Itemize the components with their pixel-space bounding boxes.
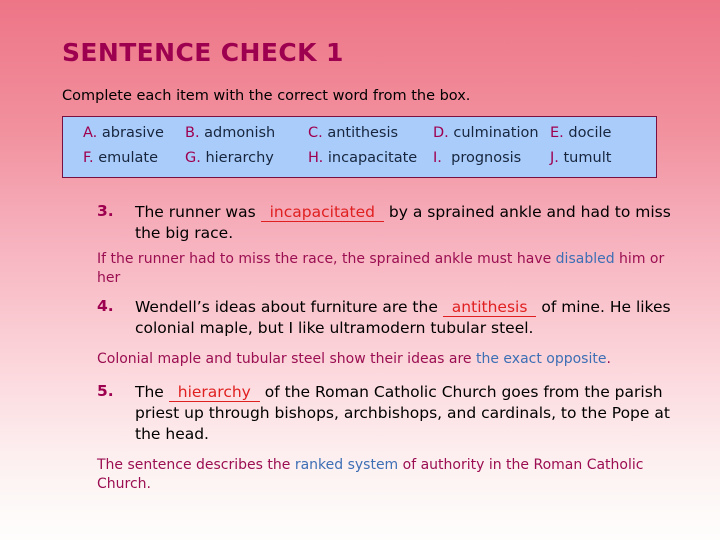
word-bank-item-b: B. admonish [185,121,275,146]
word-bank-word: emulate [98,150,158,166]
word-bank-word: admonish [204,125,276,141]
explanation-5: The sentence describes the ranked system… [97,456,687,494]
word-bank-item-e: E. docile [550,121,611,146]
word-bank-word: prognosis [451,150,522,166]
word-bank-item-g: G. hierarchy [185,146,274,171]
word-bank-word: culmination [453,125,539,141]
word-bank-item-f: F. emulate [83,146,158,171]
word-bank-word: antithesis [327,125,399,141]
explanation-post: . [606,351,611,367]
instruction-text: Complete each item with the correct word… [62,88,471,104]
explanation-highlight: disabled [555,251,615,267]
sentence-before-blank: The runner was [135,203,261,221]
word-bank-item-c: C. antithesis [308,121,398,146]
page-title: SENTENCE CHECK 1 [62,38,344,67]
word-bank-letter: G. [185,150,201,166]
word-bank-letter: F. [83,150,94,166]
question-item-4: 4. Wendell’s ideas about furniture are t… [97,297,697,339]
word-bank-letter: H. [308,150,324,166]
question-item-3: 3. The runner was incapacitated by a spr… [97,202,697,244]
word-bank-item-a: A. abrasive [83,121,164,146]
explanation-pre: Colonial maple and tubular steel show th… [97,351,476,367]
item-number: 3. [97,202,114,220]
explanation-highlight: the exact opposite [475,351,607,367]
explanation-3: If the runner had to miss the race, the … [97,250,687,288]
explanation-highlight: ranked system [294,457,399,473]
word-bank-item-d: D. culmination [433,121,539,146]
word-bank-letter: B. [185,125,200,141]
item-number: 5. [97,382,114,400]
explanation-4: Colonial maple and tubular steel show th… [97,350,687,369]
word-bank-box: A. abrasive B. admonish C. antithesis D.… [62,116,657,178]
word-bank-item-i: I. prognosis [433,146,521,171]
sentence-before-blank: Wendell’s ideas about furniture are the [135,298,443,316]
word-bank-item-h: H. incapacitate [308,146,417,171]
slide-canvas: SENTENCE CHECK 1 Complete each item with… [0,0,720,540]
question-item-5: 5. The hierarchy of the Roman Catholic C… [97,382,697,445]
word-bank-row-2: F. emulate G. hierarchy H. incapacitate … [63,146,656,171]
word-bank-word: incapacitate [327,150,418,166]
item-number: 4. [97,297,114,315]
word-bank-letter: A. [83,125,98,141]
sentence-before-blank: The [135,383,169,401]
item-sentence: The runner was incapacitated by a sprain… [135,202,697,244]
item-sentence: The hierarchy of the Roman Catholic Chur… [135,382,697,445]
word-bank-letter: I. [433,150,442,166]
answer-blank[interactable]: hierarchy [168,383,260,402]
word-bank-letter: C. [308,125,323,141]
answer-blank[interactable]: antithesis [442,298,537,317]
word-bank-row-1: A. abrasive B. admonish C. antithesis D.… [63,121,656,146]
word-bank-item-j: J. tumult [550,146,611,171]
explanation-pre: If the runner had to miss the race, the … [97,251,556,267]
word-bank-letter: D. [433,125,449,141]
word-bank-letter: E. [550,125,564,141]
word-bank-word: abrasive [101,125,164,141]
word-bank-word: hierarchy [205,150,274,166]
explanation-pre: The sentence describes the [97,457,295,473]
word-bank-word: tumult [563,150,612,166]
answer-blank[interactable]: incapacitated [260,203,384,222]
word-bank-word: docile [568,125,612,141]
item-sentence: Wendell’s ideas about furniture are the … [135,297,697,339]
word-bank-letter: J. [550,150,559,166]
